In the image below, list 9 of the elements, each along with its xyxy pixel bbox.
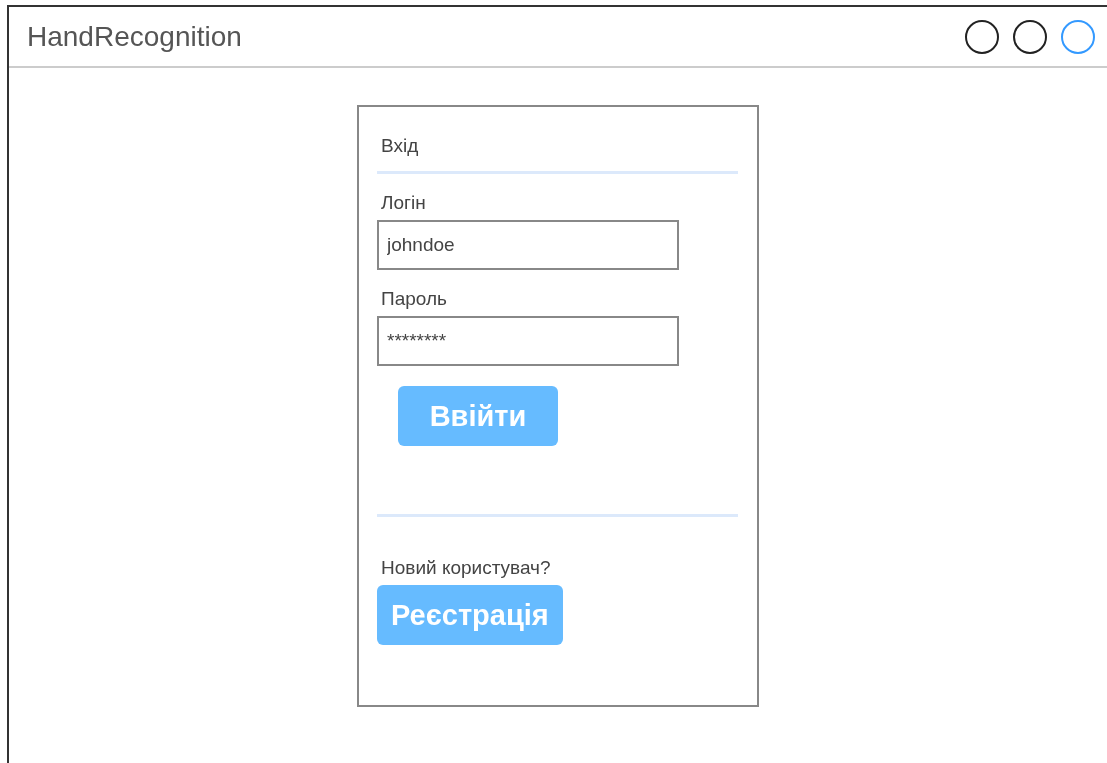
window-control-button[interactable] (965, 19, 999, 54)
field-label: Логін (381, 192, 427, 214)
window-title: HandRecognition (27, 20, 243, 53)
window-control-button[interactable] (1013, 19, 1047, 54)
card-heading: Вхід (381, 135, 420, 157)
login-field[interactable]: johndoe (377, 220, 679, 270)
signup-prompt: Новий користувач? (381, 557, 552, 579)
password-field[interactable]: ******** (377, 316, 679, 366)
field-label: Пароль (381, 288, 448, 310)
